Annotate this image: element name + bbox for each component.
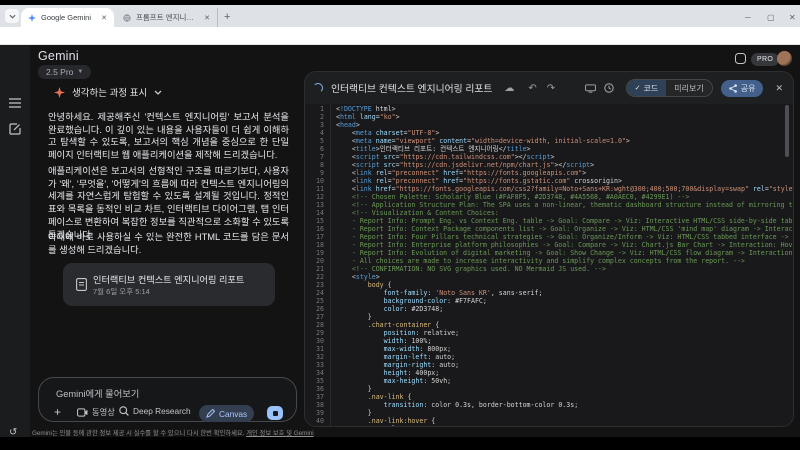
cloud-save-icon[interactable]: ☁ — [504, 83, 514, 94]
thinking-label: 생각하는 과정 표시 — [72, 85, 147, 99]
canvas-label: Canvas — [219, 409, 247, 419]
version-history-icon[interactable] — [604, 83, 614, 93]
prompt-input[interactable]: Gemini에게 물어보기 — [56, 386, 139, 400]
canvas-document-card[interactable]: 인터랙티브 컨텍스트 엔지니어링 리포트 7월 6일 오후 5:14 — [63, 263, 275, 306]
pro-badge: PRO — [751, 53, 779, 66]
stop-icon — [273, 411, 278, 416]
user-avatar[interactable] — [777, 51, 792, 66]
window-close-button[interactable]: ✕ — [789, 14, 796, 22]
model-label: 2.5 Pro — [46, 67, 73, 77]
browser-tab-active[interactable]: Google Gemini ✕ — [21, 8, 114, 27]
tab-preview[interactable]: 미리보기 — [666, 80, 711, 96]
tab-close-icon[interactable]: ✕ — [101, 14, 107, 22]
browser-tabstrip: Google Gemini ✕ 프롬프트 엔지니어링 시작하기 ✕ + ─ ▢ … — [0, 5, 800, 27]
code-tab-label: 코드 — [644, 83, 659, 94]
card-timestamp: 7월 6일 오후 5:14 — [93, 286, 150, 297]
video-tool-button[interactable]: 동영상 — [77, 406, 115, 418]
site-favicon-icon — [123, 14, 131, 22]
video-icon — [77, 408, 88, 417]
check-icon: ✓ — [635, 84, 641, 92]
canvas-title: 인터랙티브 컨텍스트 엔지니어링 리포트 — [331, 81, 492, 95]
canvas-tool-button[interactable]: Canvas — [199, 405, 254, 422]
preview-tab-label: 미리보기 — [674, 83, 703, 94]
assistant-paragraph: 안녕하세요. 제공해주신 '컨텍스트 엔지니어링' 보고서 분석을 완료했습니다… — [48, 111, 289, 162]
privacy-link[interactable]: 개인 정보 보호 및 Gemini — [246, 430, 314, 437]
document-icon — [76, 278, 87, 291]
device-preview-icon[interactable] — [585, 84, 596, 93]
tab-search-button[interactable] — [5, 9, 19, 23]
close-canvas-icon[interactable]: ✕ — [775, 83, 783, 94]
tab-close-icon[interactable]: ✕ — [204, 14, 210, 22]
canvas-panel: 인터랙티브 컨텍스트 엔지니어링 리포트 ☁ ↶ ↷ ✓ 코드 미리보기 — [304, 71, 794, 427]
disclaimer-text: Gemini는 인물 등에 관한 정보 제공 시 실수를 할 수 있으니 다시 … — [32, 430, 246, 437]
loading-spinner-icon — [313, 83, 323, 93]
menu-icon[interactable] — [9, 98, 21, 108]
bottom-black-bar — [0, 437, 800, 450]
canvas-header: 인터랙티브 컨텍스트 엔지니어링 리포트 ☁ ↶ ↷ ✓ 코드 미리보기 — [305, 72, 793, 104]
chevron-down-icon: ▼ — [77, 69, 83, 75]
disclaimer: Gemini는 인물 등에 관한 정보 제공 시 실수를 할 수 있으니 다시 … — [32, 428, 298, 437]
assistant-paragraph: 애플리케이션은 보고서의 선형적인 구조를 따르기보다, 사용자가 '왜', '… — [48, 165, 289, 241]
share-label: 공유 — [741, 83, 756, 94]
browser-toolbar: ← → ↻ gemini.google.com/app/ffc20626ed0d… — [0, 27, 800, 45]
canvas-pen-icon — [206, 409, 215, 418]
new-tab-button[interactable]: + — [224, 11, 230, 23]
browser-tab-inactive[interactable]: 프롬프트 엔지니어링 시작하기 ✕ — [116, 8, 218, 27]
code-scrollbar[interactable] — [785, 105, 789, 157]
video-label: 동영상 — [92, 406, 115, 418]
deep-research-label: Deep Research — [133, 406, 191, 416]
chevron-down-icon — [154, 90, 162, 95]
gemini-apps-icon[interactable] — [735, 53, 746, 64]
add-attachment-icon[interactable]: + — [54, 406, 61, 418]
spark-icon — [54, 87, 65, 98]
window-minimize-button[interactable]: ─ — [745, 14, 751, 22]
code-editor[interactable]: 1 2 3 4 5 6 7 8 9 10 11 12 13 14 15 16 1… — [305, 104, 793, 426]
tab-title: 프롬프트 엔지니어링 시작하기 — [136, 12, 199, 23]
screen: Google Gemini ✕ 프롬프트 엔지니어링 시작하기 ✕ + ─ ▢ … — [0, 0, 800, 450]
gemini-favicon-icon — [28, 14, 36, 22]
new-chat-icon[interactable] — [9, 123, 21, 135]
line-numbers: 1 2 3 4 5 6 7 8 9 10 11 12 13 14 15 16 1… — [305, 104, 331, 426]
undo-icon[interactable]: ↶ — [528, 83, 536, 94]
thinking-process-toggle[interactable]: 생각하는 과정 표시 — [54, 85, 162, 99]
code-content[interactable]: <!DOCTYPE html> <html lang="ko"> <head> … — [331, 104, 793, 426]
share-button[interactable]: 공유 — [721, 80, 764, 97]
code-preview-toggle: ✓ 코드 미리보기 — [626, 79, 713, 97]
deep-research-icon — [119, 406, 129, 416]
tab-code[interactable]: ✓ 코드 — [627, 80, 667, 96]
assistant-paragraph: 아래에 바로 사용하실 수 있는 완전한 HTML 코드를 담은 문서를 생성해… — [48, 231, 289, 256]
deep-research-button[interactable]: Deep Research — [119, 406, 191, 416]
stop-generating-button[interactable] — [267, 406, 283, 420]
left-rail: ↺ ⚙ — [0, 45, 30, 437]
gemini-logo[interactable]: Gemini — [38, 49, 79, 63]
redo-icon[interactable]: ↷ — [547, 83, 555, 94]
window-maximize-button[interactable]: ▢ — [767, 14, 775, 22]
model-picker[interactable]: 2.5 Pro ▼ — [38, 65, 91, 79]
share-icon — [729, 84, 737, 93]
card-title: 인터랙티브 컨텍스트 엔지니어링 리포트 — [93, 272, 244, 286]
prompt-composer[interactable]: Gemini에게 물어보기 + 동영상 Deep Research Canvas — [38, 377, 297, 422]
tab-title: Google Gemini — [41, 13, 96, 22]
